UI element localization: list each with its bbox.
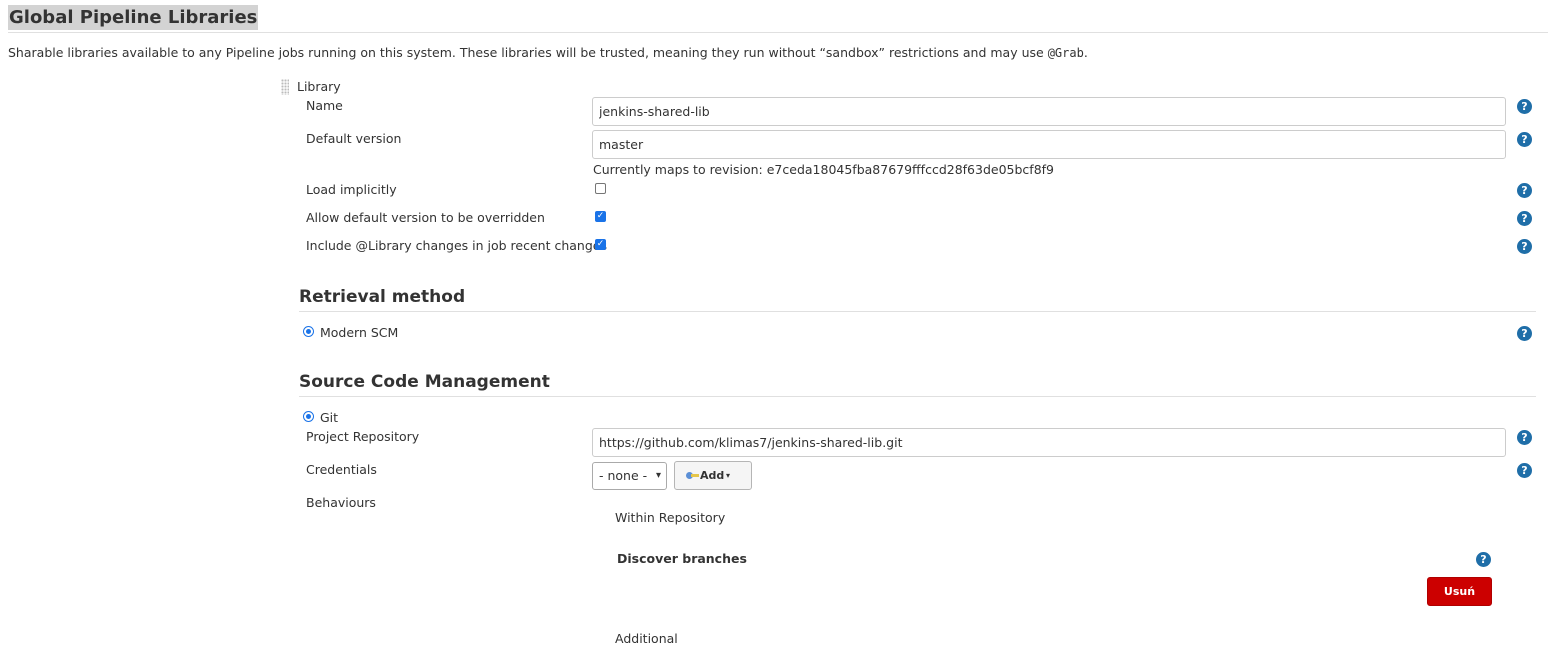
- name-input[interactable]: [592, 97, 1506, 126]
- drag-handle-icon[interactable]: [281, 79, 289, 95]
- chevron-down-icon: ▾: [655, 470, 661, 481]
- allow-override-checkbox[interactable]: ✓: [595, 211, 606, 222]
- library-header: Library: [297, 79, 341, 94]
- credentials-select[interactable]: - none - ▾: [592, 462, 667, 490]
- add-button-label: Add: [700, 469, 725, 482]
- caret-down-icon: ▾: [726, 471, 731, 480]
- git-radio[interactable]: [303, 411, 314, 422]
- name-label: Name: [306, 98, 343, 113]
- help-icon[interactable]: ?: [1517, 239, 1532, 254]
- add-credentials-button[interactable]: Add ▾: [674, 461, 752, 490]
- within-repository-label: Within Repository: [615, 510, 726, 525]
- section-description: Sharable libraries available to any Pipe…: [8, 45, 1088, 60]
- help-icon[interactable]: ?: [1517, 430, 1532, 445]
- credentials-label: Credentials: [306, 462, 377, 477]
- remove-button[interactable]: Usuń: [1427, 577, 1492, 606]
- additional-label: Additional: [615, 631, 678, 646]
- help-icon[interactable]: ?: [1517, 211, 1532, 226]
- help-icon[interactable]: ?: [1517, 183, 1532, 198]
- load-implicitly-checkbox[interactable]: [595, 183, 606, 194]
- allow-override-label: Allow default version to be overridden: [306, 210, 545, 225]
- key-icon: [686, 472, 699, 479]
- behaviours-label: Behaviours: [306, 495, 376, 510]
- project-repository-label: Project Repository: [306, 429, 420, 444]
- description-code: @Grab: [1047, 46, 1084, 60]
- include-changes-label: Include @Library changes in job recent c…: [306, 238, 607, 253]
- scm-divider: [299, 396, 1536, 397]
- help-icon[interactable]: ?: [1517, 463, 1532, 478]
- credentials-value: - none -: [599, 468, 648, 483]
- help-icon[interactable]: ?: [1517, 132, 1532, 147]
- include-changes-checkbox[interactable]: ✓: [595, 239, 606, 250]
- retrieval-method-heading: Retrieval method: [299, 287, 466, 307]
- git-label: Git: [320, 410, 339, 425]
- retrieval-divider: [299, 311, 1536, 312]
- help-icon[interactable]: ?: [1476, 552, 1491, 567]
- default-version-label: Default version: [306, 131, 402, 146]
- modern-scm-label: Modern SCM: [320, 325, 399, 340]
- scm-heading: Source Code Management: [299, 372, 550, 392]
- discover-branches-label: Discover branches: [617, 551, 747, 566]
- load-implicitly-label: Load implicitly: [306, 182, 397, 197]
- page-title: Global Pipeline Libraries: [8, 5, 259, 30]
- help-icon[interactable]: ?: [1517, 99, 1532, 114]
- help-icon[interactable]: ?: [1517, 326, 1532, 341]
- default-version-input[interactable]: [592, 130, 1506, 159]
- description-text: Sharable libraries available to any Pipe…: [8, 45, 1048, 60]
- description-end: .: [1083, 45, 1088, 60]
- project-repository-input[interactable]: [592, 428, 1506, 457]
- revision-info: Currently maps to revision: e7ceda18045f…: [593, 162, 1055, 177]
- section-divider: [8, 32, 1548, 33]
- modern-scm-radio[interactable]: [303, 326, 314, 337]
